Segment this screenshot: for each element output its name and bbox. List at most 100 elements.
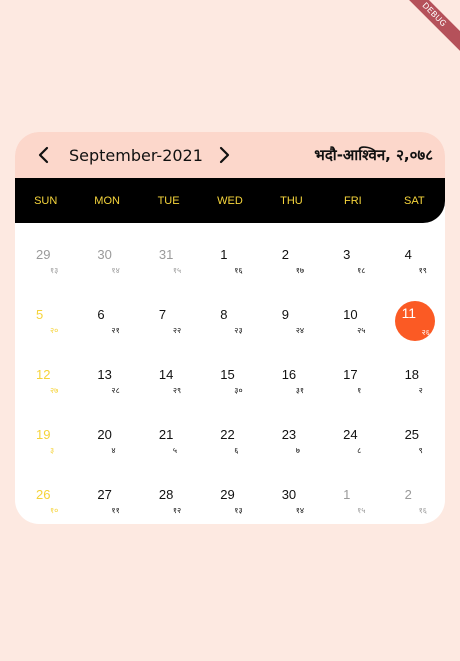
day-cell[interactable]: 4 १९ [384,225,445,285]
nepali-day-number: १४ [295,506,305,515]
day-cell[interactable]: 8 २३ [199,285,260,345]
nepali-day-number: १८ [357,266,366,275]
day-number: 23 [281,427,297,442]
prev-month-button[interactable] [33,143,53,167]
nepali-day-number: ५ [172,446,178,455]
day-cell[interactable]: 30 १४ [76,225,137,285]
nepali-day-number: ३ [50,446,55,455]
nepali-day-number: ६ [234,446,239,455]
day-number: 30 [97,247,112,262]
day-number: 28 [158,487,174,502]
day-cell[interactable]: 26 १० [15,465,76,524]
nepali-day-number: १ [357,386,362,395]
day-cell[interactable]: 28 १२ [138,465,199,524]
day-cell[interactable]: 2 १७ [261,225,322,285]
day-cell[interactable]: 29 १३ [199,465,260,524]
weekday-label: FRI [343,194,362,207]
day-cell[interactable]: 31 १५ [138,225,199,285]
day-cell[interactable]: 19 ३ [15,405,76,465]
day-number: 26 [36,487,51,502]
day-cell[interactable]: 6 २१ [76,285,137,345]
next-month-button[interactable] [215,143,235,167]
day-number: 11 [401,305,417,321]
day-cell[interactable]: 2 १६ [384,465,445,524]
month-title: September-2021 [69,145,203,165]
weekday-label: SUN [34,194,58,207]
day-number: 1 [220,247,228,262]
nepali-day-number: २१ [111,326,120,335]
debug-banner: DEBUG [395,0,460,54]
day-cell[interactable]: 27 ११ [76,465,137,524]
day-cell[interactable]: 10 २५ [322,285,383,345]
day-cell[interactable]: 15 ३० [199,345,260,405]
day-cell[interactable]: 1 १५ [322,465,383,524]
day-cell[interactable]: 7 २२ [138,285,199,345]
day-cell[interactable]: 22 ६ [199,405,260,465]
nepali-day-number: २३ [234,326,243,335]
day-cell[interactable]: 23 ७ [261,405,322,465]
chevron-right-icon [219,146,230,164]
day-number: 8 [220,307,228,322]
day-number: 1 [343,487,351,502]
nepali-day-number: २९ [172,386,182,395]
nepali-day-number: १३ [50,266,59,275]
nepali-day-number: २७ [50,386,59,395]
weekday-bar: SUN MON TUE WED THU FRI SAT [15,178,445,223]
day-cell[interactable]: 14 २९ [138,345,199,405]
day-cell[interactable]: 12 २७ [15,345,76,405]
weekday-label: WED [217,194,243,207]
day-cell[interactable]: 20 ४ [76,405,137,465]
day-cell[interactable]: 24 ८ [322,405,383,465]
day-cell[interactable]: 1 १६ [199,225,260,285]
weekday-label: MON [94,194,120,207]
nepali-day-number: ८ [357,446,362,455]
nepali-day-number: ४ [111,446,116,455]
day-number: 29 [220,487,235,502]
day-number: 25 [404,427,420,442]
day-number: 4 [404,247,412,262]
day-number: 27 [97,487,112,502]
nepali-day-number: २५ [357,326,366,335]
day-number: 15 [220,367,235,382]
day-cell[interactable]: 29 १३ [15,225,76,285]
day-cell[interactable]: 9 २४ [261,285,322,345]
day-number: 2 [281,247,289,262]
day-number: 21 [158,427,174,442]
weekday-label: SAT [403,194,425,207]
weekday-label: THU [280,194,303,207]
day-grid: 29 १३ 30 १४ 31 १५ 1 १६ 2 १७ 3 १८ 4 १९ 5 २० 6 २१ 7 २२ 8 २३ 9 २४ 1… [15,223,445,524]
nepali-day-number: १९ [418,266,427,275]
nepali-day-number: १३ [234,506,243,515]
nepali-day-number: ९ [418,446,423,455]
day-number: 13 [97,367,112,382]
chevron-left-icon [38,146,49,164]
day-number: 20 [97,427,112,442]
nepali-day-number: २२ [172,326,182,335]
day-number: 18 [404,367,420,382]
day-cell[interactable]: 3 १८ [322,225,383,285]
calendar-header: September-2021 भदौ-आश्विन, २,०७८ [15,132,445,178]
calendar-card: September-2021 भदौ-आश्विन, २,०७८ SUN MON… [15,132,445,524]
day-cell[interactable]: 25 ९ [384,405,445,465]
nepali-day-number: १५ [172,266,182,275]
day-cell[interactable]: 16 ३१ [261,345,322,405]
day-cell[interactable]: 5 २० [15,285,76,345]
day-number: 31 [158,247,174,262]
bs-month-title: भदौ-आश्विन, २,०७८ [314,146,433,164]
day-number: 5 [36,307,44,322]
day-cell[interactable]: 18 २ [384,345,445,405]
day-cell[interactable]: 13 २८ [76,345,137,405]
day-number: 2 [404,487,412,502]
day-cell[interactable]: 21 ५ [138,405,199,465]
day-cell[interactable]: 17 १ [322,345,383,405]
nepali-day-number: १२ [172,506,182,515]
nepali-day-number: २४ [295,326,305,335]
nepali-day-number: ३१ [295,386,305,395]
day-number: 19 [36,427,51,442]
day-number: 9 [281,307,289,322]
day-cell[interactable]: 30 १४ [261,465,322,524]
nepali-day-number: १५ [357,506,366,515]
weekday-label: TUE [157,194,180,207]
day-cell-today[interactable]: 11 २६ [384,285,445,345]
nepali-day-number: ३० [234,386,243,395]
